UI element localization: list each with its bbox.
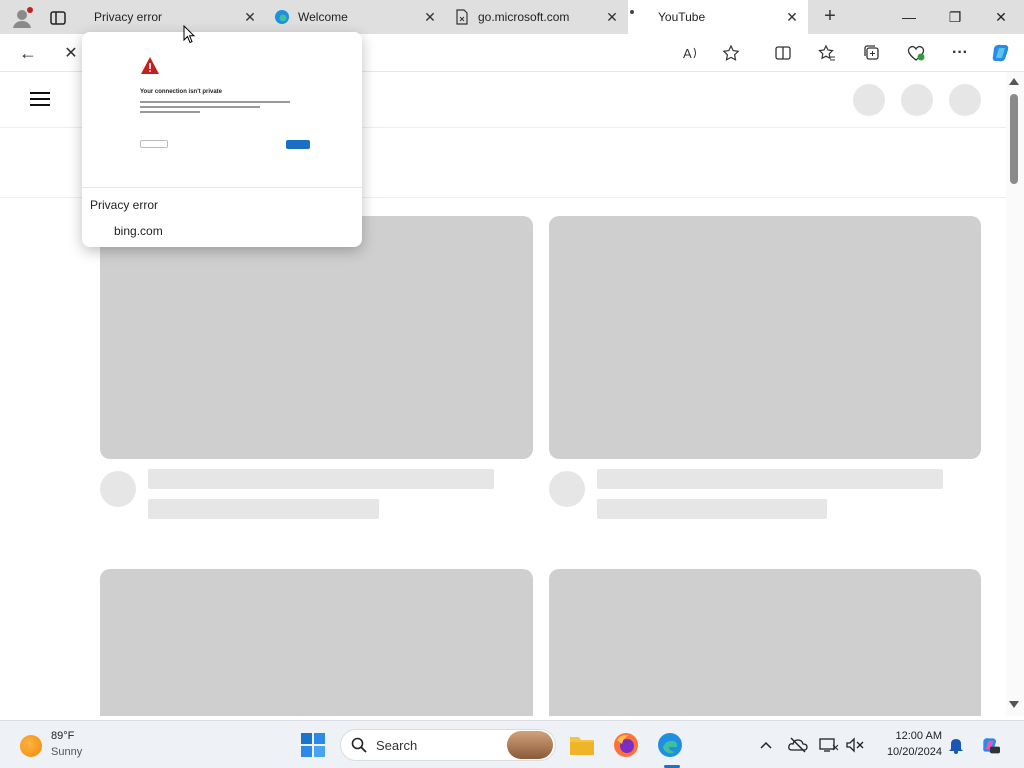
- edge-icon: [274, 9, 290, 25]
- tab-actions-icon[interactable]: [48, 8, 68, 28]
- tab-title: go.microsoft.com: [478, 10, 570, 24]
- menu-icon[interactable]: [30, 92, 50, 106]
- hover-card-url: bing.com: [114, 224, 163, 238]
- scroll-down-arrow-icon[interactable]: [1009, 701, 1019, 708]
- document-error-icon: [454, 9, 470, 25]
- warning-icon: [141, 57, 159, 74]
- preview-heading: Your connection isn't private: [140, 89, 222, 95]
- new-tab-button[interactable]: +: [818, 5, 842, 29]
- clock-date[interactable]: 10/20/2024: [878, 746, 942, 758]
- split-screen-icon[interactable]: [772, 42, 794, 64]
- stop-loading-button[interactable]: ✕: [60, 42, 82, 64]
- video-thumbnail-placeholder: [549, 216, 981, 459]
- windows-taskbar: 89°F Sunny Search 12:00 AM 10/20/2024: [0, 720, 1024, 768]
- tab-go-microsoft[interactable]: go.microsoft.com ✕: [446, 0, 628, 34]
- copilot-icon[interactable]: [990, 42, 1012, 64]
- meta-line-placeholder: [597, 499, 827, 519]
- tab-hover-card: Your connection isn't private Privacy er…: [82, 32, 362, 247]
- volume-muted-icon[interactable]: [845, 735, 865, 755]
- network-icon[interactable]: [819, 735, 839, 755]
- video-thumbnail-placeholder: [100, 569, 533, 716]
- tab-title: YouTube: [658, 10, 706, 24]
- collections-icon[interactable]: [861, 42, 883, 64]
- start-button[interactable]: [298, 730, 328, 760]
- tab-preview-thumbnail: Your connection isn't private: [82, 32, 362, 188]
- onedrive-offline-icon[interactable]: [788, 735, 808, 755]
- favorites-icon[interactable]: [816, 42, 838, 64]
- video-thumbnail-placeholder: [100, 216, 533, 459]
- tab-title: Welcome: [298, 10, 348, 24]
- header-placeholder-circle: [949, 84, 981, 116]
- preview-go-back-button: [286, 140, 310, 149]
- hover-card-title: Privacy error: [90, 198, 159, 212]
- svg-text:A: A: [683, 46, 692, 61]
- favorite-star-icon[interactable]: [720, 42, 742, 64]
- weather-description[interactable]: Sunny: [51, 746, 82, 758]
- scroll-up-arrow-icon[interactable]: [1009, 78, 1019, 85]
- copilot-preview-icon[interactable]: [980, 735, 1000, 755]
- channel-avatar-placeholder: [549, 471, 585, 507]
- back-button[interactable]: ←: [17, 42, 39, 64]
- title-line-placeholder: [597, 469, 943, 489]
- tab-privacy-error[interactable]: Privacy error ✕: [86, 0, 266, 34]
- taskbar-search-box[interactable]: Search: [340, 729, 556, 761]
- tab-bar: Privacy error ✕ Welcome ✕ go.microsoft.c…: [0, 0, 1024, 34]
- header-placeholder-circle: [901, 84, 933, 116]
- browser-essentials-icon[interactable]: [905, 42, 927, 64]
- show-hidden-icons-chevron-icon[interactable]: [756, 735, 776, 755]
- firefox-icon[interactable]: [611, 730, 641, 760]
- tab-close-button[interactable]: ✕: [422, 9, 438, 25]
- notification-bell-icon[interactable]: [946, 735, 966, 755]
- loading-indicator-icon: [630, 10, 634, 14]
- header-placeholder-circle: [853, 84, 885, 116]
- scroll-thumb[interactable]: [1010, 94, 1018, 184]
- restore-button[interactable]: ❐: [940, 5, 970, 29]
- settings-more-button[interactable]: ···: [949, 42, 971, 64]
- channel-avatar-placeholder: [100, 471, 136, 507]
- sun-icon[interactable]: [20, 735, 42, 757]
- mouse-cursor-icon: [183, 25, 195, 44]
- search-label: Search: [376, 738, 418, 753]
- close-window-button[interactable]: ✕: [986, 5, 1016, 29]
- video-thumbnail-placeholder: [549, 569, 981, 716]
- tab-title: Privacy error: [94, 10, 163, 24]
- preview-body-text-placeholder: [140, 101, 300, 115]
- weather-temperature[interactable]: 89°F: [51, 730, 74, 742]
- edge-taskbar-icon[interactable]: [655, 730, 685, 760]
- profile-icon[interactable]: [10, 6, 34, 30]
- tab-close-button[interactable]: ✕: [604, 9, 620, 25]
- tab-welcome[interactable]: Welcome ✕: [266, 0, 446, 34]
- clock-time[interactable]: 12:00 AM: [878, 730, 942, 742]
- tab-close-button[interactable]: ✕: [242, 9, 258, 25]
- page-scrollbar[interactable]: [1006, 72, 1024, 716]
- search-icon: [351, 737, 367, 753]
- tab-youtube[interactable]: YouTube ✕: [628, 0, 808, 34]
- read-aloud-icon[interactable]: A: [680, 42, 702, 64]
- file-explorer-icon[interactable]: [567, 730, 597, 760]
- preview-advanced-button: [140, 140, 168, 148]
- minimize-button[interactable]: —: [894, 5, 924, 29]
- search-highlight-image: [507, 731, 553, 759]
- meta-line-placeholder: [148, 499, 379, 519]
- tab-close-button[interactable]: ✕: [784, 9, 800, 25]
- title-line-placeholder: [148, 469, 494, 489]
